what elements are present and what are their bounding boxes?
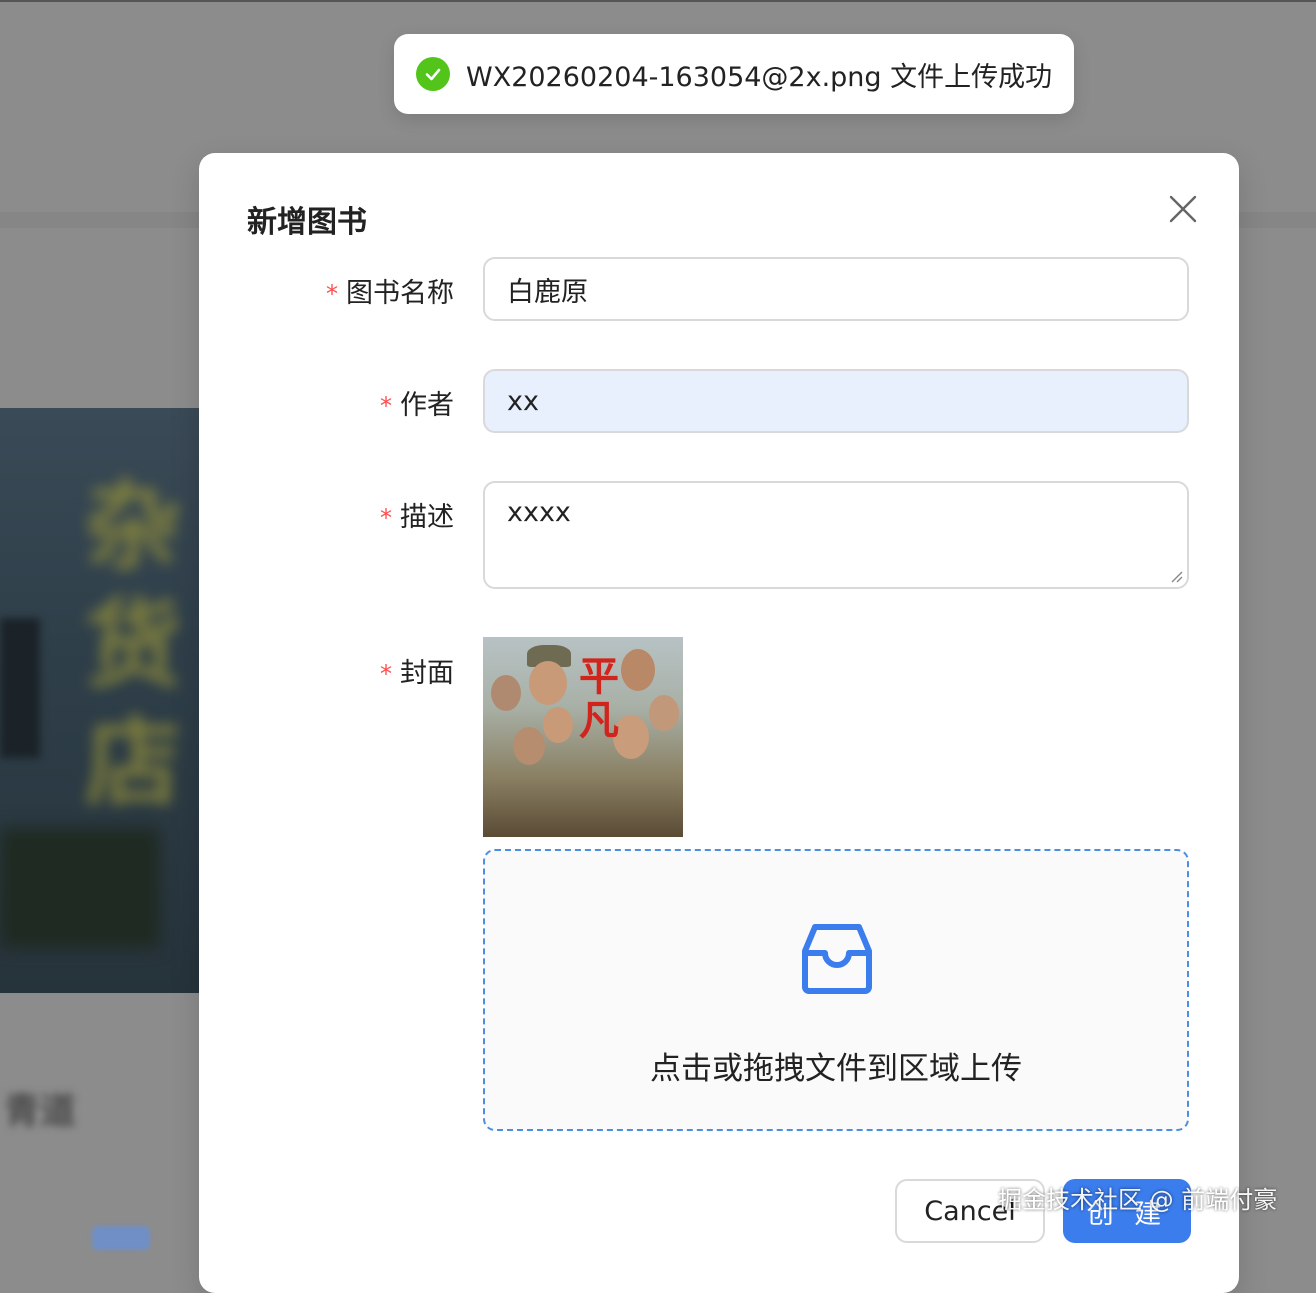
resize-handle-icon[interactable] [1169, 569, 1183, 583]
check-circle-icon [416, 57, 450, 91]
required-mark: * [380, 504, 392, 532]
author-input[interactable]: xx [483, 369, 1189, 433]
background-poster-shape [0, 828, 160, 948]
watermark-text: 掘金技术社区 @ 前端付豪 [998, 1186, 1278, 1214]
add-book-modal: 新增图书 * 图书名称 白鹿原 * 作者 xx * 描述 xxxx * 封面 平凡 [199, 153, 1239, 1293]
close-icon [1169, 195, 1197, 223]
description-label-text: 描述 [400, 502, 454, 533]
author-value: xx [507, 385, 539, 417]
inbox-icon [802, 924, 872, 994]
upload-hint: 点击或拖拽文件到区域上传 [650, 1051, 1022, 1087]
cover-figure [649, 695, 679, 731]
modal-title: 新增图书 [247, 205, 367, 240]
upload-dropzone[interactable]: 点击或拖拽文件到区域上传 [483, 849, 1189, 1131]
cover-figure [621, 649, 655, 691]
close-button[interactable] [1163, 189, 1203, 229]
window-top-border [0, 0, 1316, 2]
cover-figure [513, 727, 545, 765]
cover-thumbnail-image[interactable]: 平凡 [483, 637, 683, 837]
required-mark: * [380, 660, 392, 688]
cover-figure [543, 707, 573, 743]
background-button-blurred [92, 1226, 150, 1250]
background-poster-image: 杂货店 [0, 408, 200, 993]
book-name-value: 白鹿原 [507, 276, 588, 308]
author-label: * 作者 [380, 383, 454, 422]
background-text-blurred: 青道 [4, 1091, 77, 1132]
description-value: xxxx [507, 497, 571, 528]
required-mark: * [326, 280, 338, 308]
cover-figure [491, 675, 521, 711]
book-name-label-text: 图书名称 [346, 278, 454, 309]
background-poster-shape [0, 618, 40, 758]
background-poster-glyphs: 杂货店 [85, 470, 181, 819]
toast-message: WX20260204-163054@2x.png 文件上传成功 [466, 61, 1053, 93]
cover-label: * 封面 [380, 651, 454, 690]
cover-label-text: 封面 [400, 658, 454, 689]
book-name-input[interactable]: 白鹿原 [483, 257, 1189, 321]
required-mark: * [380, 392, 392, 420]
success-toast: WX20260204-163054@2x.png 文件上传成功 [394, 34, 1074, 114]
author-label-text: 作者 [400, 390, 454, 421]
description-textarea[interactable]: xxxx [483, 481, 1189, 589]
book-name-label: * 图书名称 [326, 271, 454, 310]
description-label: * 描述 [380, 495, 454, 534]
cover-figure [529, 661, 567, 705]
cover-title-art: 平凡 [579, 653, 619, 744]
